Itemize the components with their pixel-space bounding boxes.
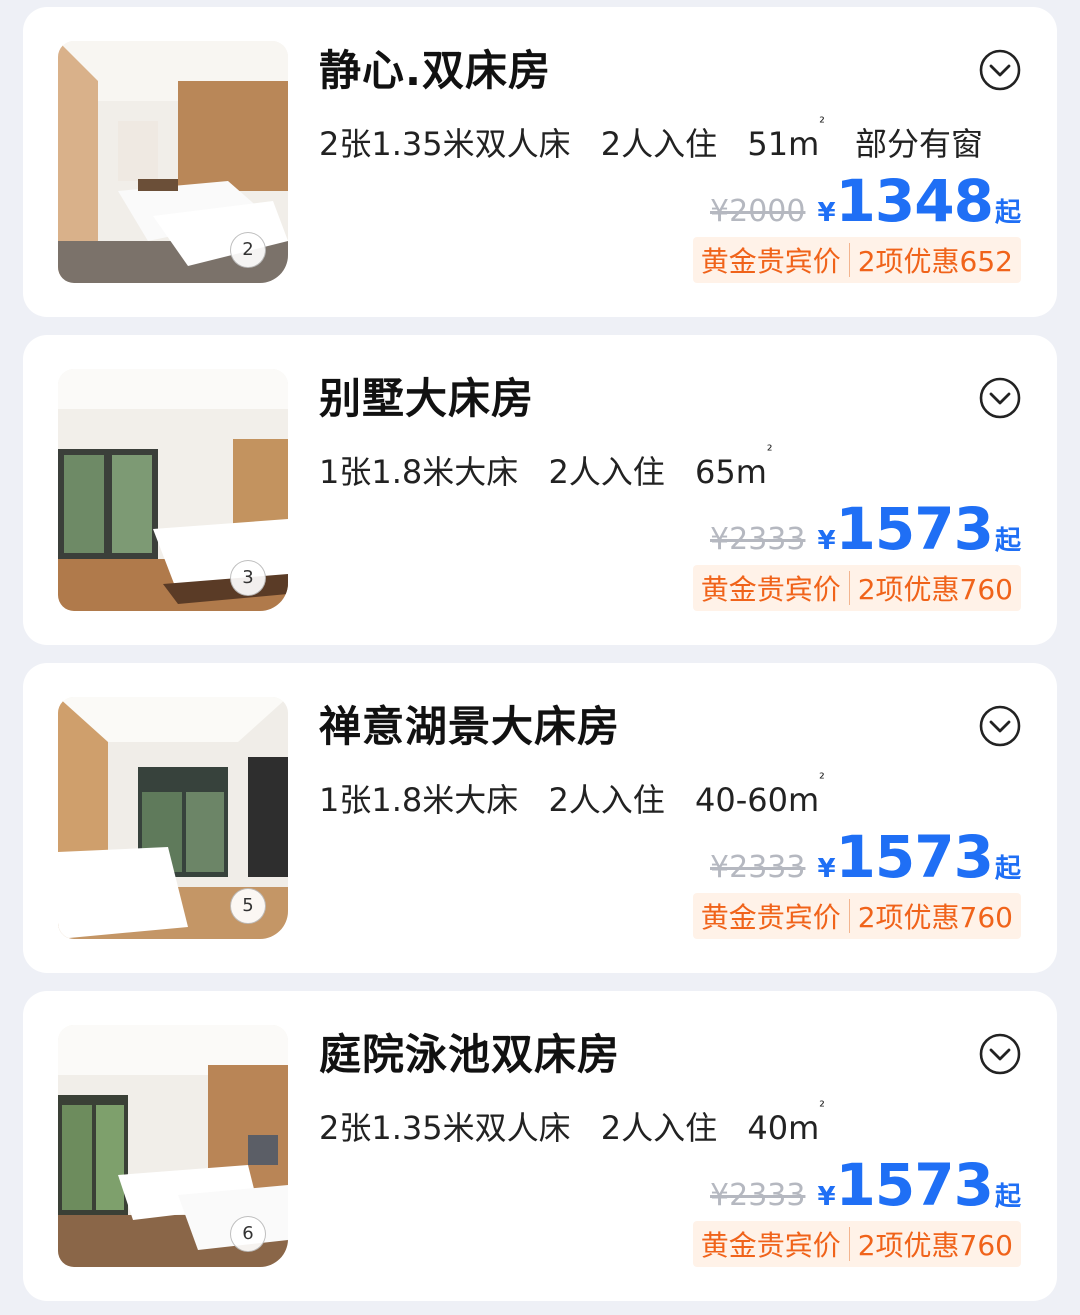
promo-tags: 黄金贵宾价 2项优惠652 <box>692 237 1021 283</box>
guest-info: 2人入住 <box>548 781 665 819</box>
currency-symbol: ¥ <box>817 854 836 884</box>
member-price-tag: 黄金贵宾价 <box>700 1229 841 1262</box>
room-name: 禅意湖景大床房 <box>319 702 621 751</box>
room-list: 2 静心.双床房 2张1.35米双人床 2人入住 51m² 部分有窗 ¥2000… <box>0 0 1080 1315</box>
price-value: 1348 <box>835 167 994 235</box>
room-name: 静心.双床房 <box>319 46 551 95</box>
currency-symbol: ¥ <box>817 1182 836 1212</box>
bed-info: 1张1.8米大床 <box>319 453 519 491</box>
promo-tags: 黄金贵宾价 2项优惠760 <box>692 893 1021 939</box>
room-info: 1张1.8米大床 2人入住 65m² <box>319 443 773 493</box>
guest-info: 2人入住 <box>600 1109 718 1147</box>
bed-info: 2张1.35米双人床 <box>319 125 571 163</box>
photo-count-badge: 5 <box>230 888 266 924</box>
price-suffix: 起 <box>994 854 1021 884</box>
photo-count-badge: 3 <box>230 560 266 596</box>
area-info: 51m² <box>747 115 825 163</box>
price-value: 1573 <box>835 495 994 563</box>
room-photo[interactable]: 5 <box>58 697 288 939</box>
original-price: ¥2333 <box>710 1178 806 1213</box>
currency-symbol: ¥ <box>817 526 836 556</box>
area-info: 65m² <box>694 443 773 491</box>
original-price: ¥2000 <box>710 194 806 229</box>
chevron-down-circle-icon[interactable] <box>979 705 1021 747</box>
room-card[interactable]: 5 禅意湖景大床房 1张1.8米大床 2人入住 40-60m² ¥2333 ¥ … <box>23 663 1057 973</box>
price-row: ¥2333 ¥ 1573 起 <box>710 495 1021 563</box>
promo-tags: 黄金贵宾价 2项优惠760 <box>692 565 1021 611</box>
room-photo[interactable]: 2 <box>58 41 288 283</box>
room-photo[interactable]: 3 <box>58 369 288 611</box>
member-price-tag: 黄金贵宾价 <box>700 901 841 934</box>
area-info: 40-60m² <box>694 771 825 819</box>
original-price: ¥2333 <box>710 850 806 885</box>
room-info: 2张1.35米双人床 2人入住 40m² <box>319 1099 825 1149</box>
room-info: 2张1.35米双人床 2人入住 51m² 部分有窗 <box>319 115 984 165</box>
price-value: 1573 <box>835 823 994 891</box>
room-card[interactable]: 6 庭院泳池双床房 2张1.35米双人床 2人入住 40m² ¥2333 ¥ 1… <box>23 991 1057 1301</box>
room-name: 庭院泳池双床房 <box>319 1030 621 1079</box>
area-info: 40m² <box>747 1099 825 1147</box>
bed-info: 2张1.35米双人床 <box>319 1109 571 1147</box>
window-info: 部分有窗 <box>855 125 984 163</box>
room-photo[interactable]: 6 <box>58 1025 288 1267</box>
price-suffix: 起 <box>994 198 1021 228</box>
original-price: ¥2333 <box>710 522 806 557</box>
price-suffix: 起 <box>994 1182 1021 1212</box>
price-value: 1573 <box>835 1151 994 1219</box>
bed-info: 1张1.8米大床 <box>319 781 519 819</box>
guest-info: 2人入住 <box>600 125 718 163</box>
photo-count-badge: 2 <box>230 232 266 268</box>
discount-tag: 2项优惠652 <box>857 245 1013 278</box>
price-row: ¥2000 ¥ 1348 起 <box>710 167 1021 235</box>
member-price-tag: 黄金贵宾价 <box>700 245 841 278</box>
currency-symbol: ¥ <box>817 198 836 228</box>
discount-tag: 2项优惠760 <box>857 901 1013 934</box>
price-suffix: 起 <box>994 526 1021 556</box>
room-card[interactable]: 3 别墅大床房 1张1.8米大床 2人入住 65m² ¥2333 ¥ 1573 … <box>23 335 1057 645</box>
room-info: 1张1.8米大床 2人入住 40-60m² <box>319 771 825 821</box>
price-row: ¥2333 ¥ 1573 起 <box>710 823 1021 891</box>
member-price-tag: 黄金贵宾价 <box>700 573 841 606</box>
photo-count-badge: 6 <box>230 1216 266 1252</box>
chevron-down-circle-icon[interactable] <box>979 377 1021 419</box>
chevron-down-circle-icon[interactable] <box>979 49 1021 91</box>
discount-tag: 2项优惠760 <box>857 573 1013 606</box>
chevron-down-circle-icon[interactable] <box>979 1033 1021 1075</box>
room-name: 别墅大床房 <box>319 374 535 423</box>
discount-tag: 2项优惠760 <box>857 1229 1013 1262</box>
guest-info: 2人入住 <box>548 453 665 491</box>
price-row: ¥2333 ¥ 1573 起 <box>710 1151 1021 1219</box>
room-card[interactable]: 2 静心.双床房 2张1.35米双人床 2人入住 51m² 部分有窗 ¥2000… <box>23 7 1057 317</box>
promo-tags: 黄金贵宾价 2项优惠760 <box>692 1221 1021 1267</box>
